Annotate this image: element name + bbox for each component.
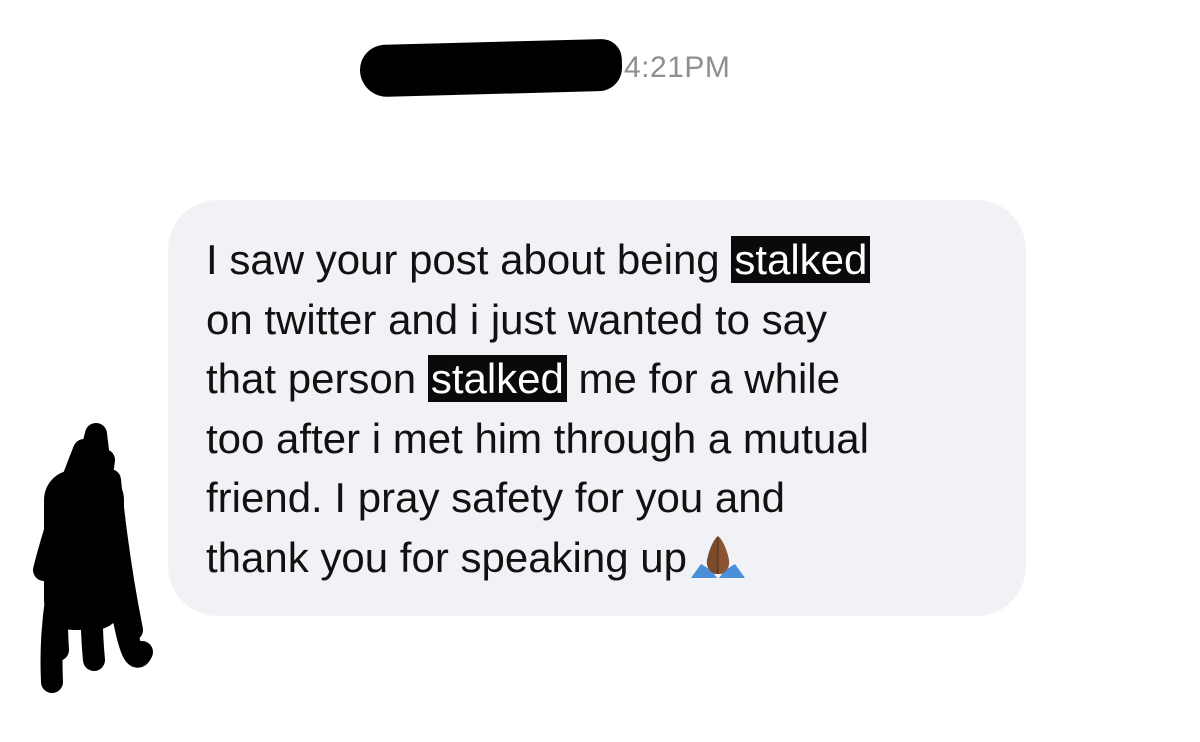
folded-hands-icon	[691, 535, 745, 578]
redacted-sender-name	[359, 38, 623, 98]
message-bubble[interactable]: I saw your post about being stalked on t…	[168, 200, 1026, 616]
message-line-6: thank you for speaking up	[206, 528, 1006, 588]
message-line-1: I saw your post about being stalked	[206, 230, 1006, 290]
message-line-5: friend. I pray safety for you and	[206, 474, 785, 521]
message-timestamp: 4:21PM	[624, 51, 731, 84]
message-line-3: that person stalked me for a while	[206, 355, 840, 402]
message-thread: 4:21PM I saw your post about being stalk…	[0, 0, 1200, 742]
message-text: I saw your post about being stalked on t…	[206, 230, 1006, 587]
redaction-highlight: stalked	[731, 236, 871, 283]
message-header: 4:21PM	[359, 38, 731, 98]
redaction-highlight: stalked	[427, 355, 567, 402]
message-line-2: on twitter and i just wanted to say	[206, 295, 827, 343]
redacted-avatar	[33, 423, 153, 693]
message-line-4: too after i met him through a mutual	[206, 414, 869, 462]
